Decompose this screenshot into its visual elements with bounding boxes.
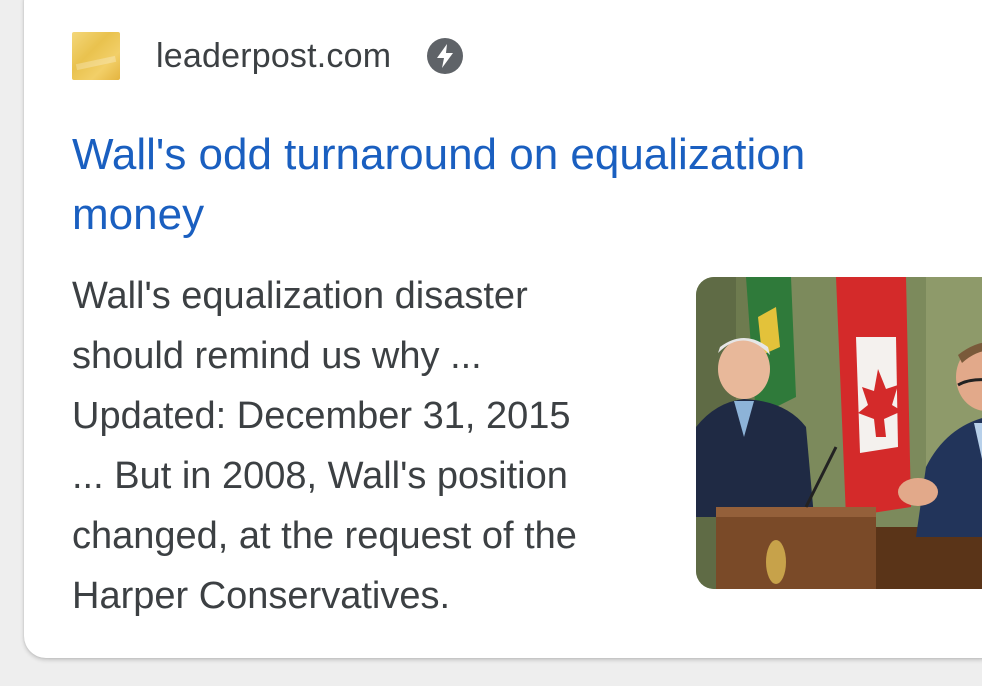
result-snippet: Wall's equalization disaster should remi…: [72, 266, 662, 626]
source-favicon-icon: [72, 32, 120, 80]
snippet-line: Updated: December 31, 2015: [72, 395, 571, 437]
snippet-line: Harper Conservatives.: [72, 575, 451, 617]
source-name[interactable]: leaderpost.com: [156, 37, 391, 76]
snippet-line: should remind us why ...: [72, 335, 482, 377]
source-row: leaderpost.com: [72, 30, 464, 82]
snippet-line: changed, at the request of the: [72, 515, 577, 557]
snippet-line: Wall's equalization disaster: [72, 275, 528, 317]
news-result-card[interactable]: leaderpost.com Wall's odd turnaround on …: [24, 0, 982, 658]
result-title-link[interactable]: Wall's odd turnaround on equalization mo…: [72, 125, 932, 245]
news-thumbnail-image[interactable]: [696, 277, 982, 589]
snippet-line: ... But in 2008, Wall's position: [72, 455, 568, 497]
amp-lightning-icon: [427, 38, 464, 74]
